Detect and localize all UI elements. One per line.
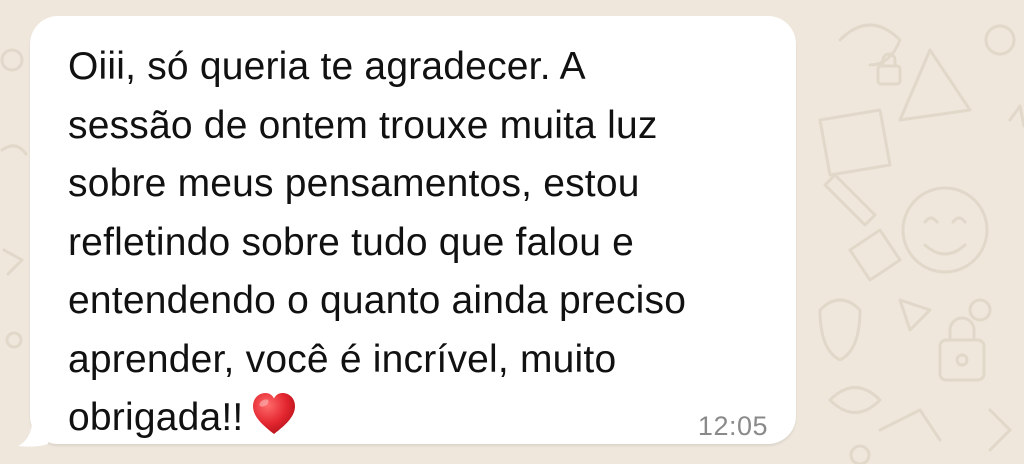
message-line: Oiii, só queria te agradecer. A (68, 45, 586, 88)
message-line: obrigada!! (68, 396, 244, 439)
heart-icon (253, 393, 296, 434)
message-line: sessão de ontem trouxe muita luz (68, 103, 658, 147)
bubble-tail-shape (18, 424, 48, 447)
message-line: entendendo o quanto ainda preciso (68, 279, 687, 322)
message-text: Oiii, só queria te agradecer. A sessão d… (68, 38, 778, 448)
message-timestamp: 12:05 (697, 411, 768, 441)
message-line: refletindo sobre tudo que falou e (68, 220, 635, 264)
message-last-line: obrigada!! (68, 389, 778, 448)
message-bubble[interactable]: Oiii, só queria te agradecer. A sessão d… (30, 16, 796, 444)
message-line: sobre meus pensamentos, estou (68, 162, 640, 205)
message-line: aprender, você é incrível, muito (68, 337, 617, 381)
